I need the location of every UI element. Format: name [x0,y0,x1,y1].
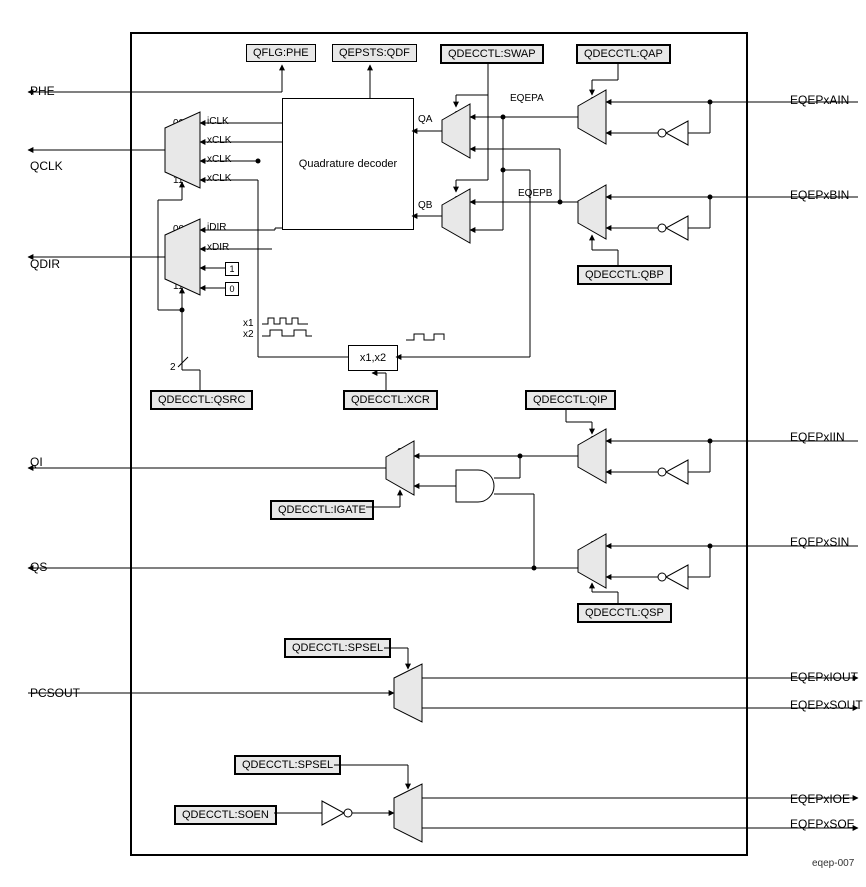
diagram-canvas: PHE QCLK QDIR QI QS PCSOUT EQEPxAIN EQEP… [10,10,866,877]
wiring-svg [10,10,866,877]
